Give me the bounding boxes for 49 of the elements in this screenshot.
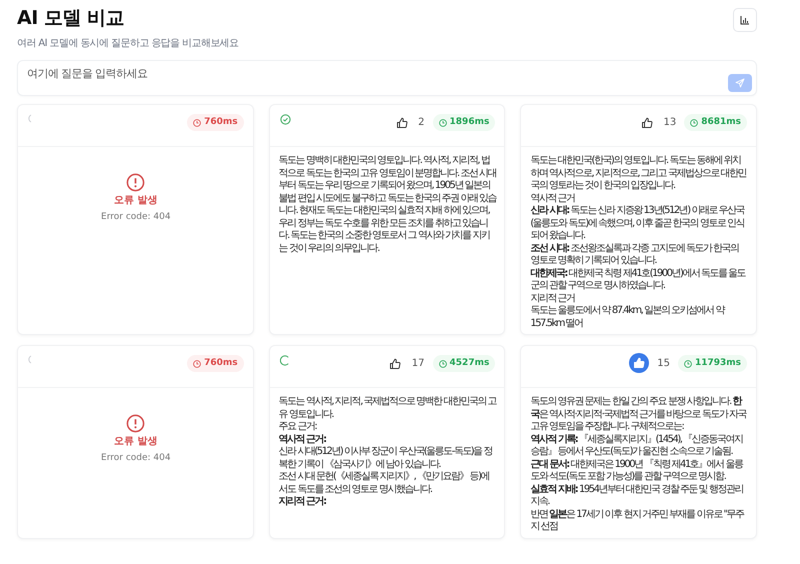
chart-button[interactable] xyxy=(733,8,757,32)
bar-chart-icon xyxy=(740,15,750,25)
spinner-icon xyxy=(28,355,32,364)
error-code: Error code: 404 xyxy=(101,452,171,464)
send-icon xyxy=(735,78,745,88)
response-time-badge: 1896ms xyxy=(432,114,496,131)
like-count: 13 xyxy=(663,116,676,130)
response-time-badge: 760ms xyxy=(187,355,244,372)
thumbs-up-icon xyxy=(396,116,408,128)
response-paragraph: 역사적 근거 xyxy=(530,192,576,205)
error-title: 오류 발생 xyxy=(114,195,158,208)
like-count: 2 xyxy=(418,116,425,130)
response-paragraph: 근대 문서: 대한제국은 1900년 『칙령 제41호』에서 울릉도와 석도(독도 포함 가능성)를 관할 구역으로 명시함. xyxy=(530,458,744,484)
thumbs-up-icon xyxy=(389,358,402,370)
error-icon xyxy=(126,173,146,192)
response-paragraph: 지리적 근거 xyxy=(530,292,576,305)
error-code: Error code: 404 xyxy=(101,210,171,223)
like-count: 17 xyxy=(412,357,425,371)
response-time-badge: 760ms xyxy=(187,114,244,131)
response-paragraph: 지리적 근거: xyxy=(278,496,327,508)
response-paragraph: 독도의 영유권 문제는 한일 간의 주요 분쟁 사항입니다. 한국은 역사적·지리적·국제법적 근거를 바탕으로 독도가 자국 고유 영토임을 주장합니다. 구체적으로는: xyxy=(530,396,748,434)
response-paragraph: 역사적 근거: xyxy=(278,434,327,446)
like-count: 15 xyxy=(657,357,670,371)
response-paragraph: 독도는 대한민국(한국)의 영토입니다. 독도는 동해에 위치하며 역사적으로, 지리적으로, 그리고 국제법상으로 대한민국의 영토라는 것이 한국의 입장입니다. xyxy=(530,155,748,192)
page-subtitle: 여러 AI 모델에 동시에 질문하고 응답을 비교해보세요 xyxy=(17,37,238,50)
spinner-icon xyxy=(28,114,32,123)
response-paragraph: 실효적 지배: 1954년부터 대한민국 경찰 주둔 및 행정관리 지속. xyxy=(530,484,744,508)
error-title: 오류 발생 xyxy=(114,436,158,448)
spinner-icon xyxy=(280,355,291,366)
response-paragraph: 반면 일본은 17세기 이후 현지 거주민 부재를 이유로 "무주지 선점 xyxy=(530,508,746,534)
response-paragraph: 조선 시대: 조선왕조실록과 각종 고지도에 독도가 한국의 영토로 명확히 기록되어 있습니다. xyxy=(530,242,740,268)
response-paragraph: 조선 시대 문헌(《세종실록 지리지》, 《만기요람》 등)에서도 독도를 조선의 영토로 명시했습니다. xyxy=(278,471,490,496)
response-paragraph: 독도는 울릉도에서 약 87.4km, 일본의 오키섬에서 약 157.5km 떨어 xyxy=(530,305,726,330)
check-circle-icon xyxy=(280,114,291,125)
question-field[interactable]: 여기에 질문을 입력하세요 xyxy=(17,60,757,96)
error-icon xyxy=(126,414,146,433)
response-paragraph: 대한제국: 대한제국 칙령 제41호(1900년)에서 독도를 울도군의 관할 구역으로 명시하였습니다. xyxy=(530,268,747,292)
thumbs-up-icon xyxy=(633,357,646,369)
response-paragraph: 신라 시대(512년) 이사부 장군이 우산국(울릉도-독도)을 정복한 기록이 《삼국사기》에 남아 있습니다. xyxy=(278,446,493,471)
response-time-badge: 4527ms xyxy=(432,355,496,372)
thumbs-up-icon xyxy=(640,116,653,128)
response-paragraph: 신라 시대: 독도는 신라 지증왕 13년(512년) 이래로 우산국(울릉도와 독도)에 속했으며, 이후 줄곧 한국의 영토로 인식되어 왔습니다. xyxy=(530,205,746,242)
response-paragraph: 독도는 명백히 대한민국의 영토입니다. 역사적, 지리적, 법적으로 독도는 한국의 고유 영토임이 분명합니다. 조선 시대부터 독도는 우리 땅으로 기록되어 왔으며, 1905년 일본의 불법 편입 시도에도 불구하고 독도는 한국의 주권 아래 있습니다. 현재도 독도는 대한민국의 실효적 지배 하에 있으며, 우리 정부는 독도 수호를 위한 모든 조치를 취하고 있습니다. 독도는 한국의 소중한 영토로서 그 역사와 가치를 지키는 것이 우리의 의무입니다. xyxy=(278,155,496,255)
response-time-badge: 11793ms xyxy=(678,355,747,372)
response-paragraph: 주요 근거: xyxy=(278,421,318,434)
response-paragraph: 역사적 기록: 『세종실록지리지』(1454), 『신증동국여지승람』 등에서 우산도(독도)가 울진현 소속으로 기술됨. xyxy=(530,434,744,458)
page-title: AI 모델 비교 xyxy=(17,6,126,30)
response-paragraph: 독도는 역사적, 지리적, 국제법적으로 명백한 대한민국의 고유 영토입니다. xyxy=(278,396,496,421)
response-time-badge: 8681ms xyxy=(684,114,747,131)
